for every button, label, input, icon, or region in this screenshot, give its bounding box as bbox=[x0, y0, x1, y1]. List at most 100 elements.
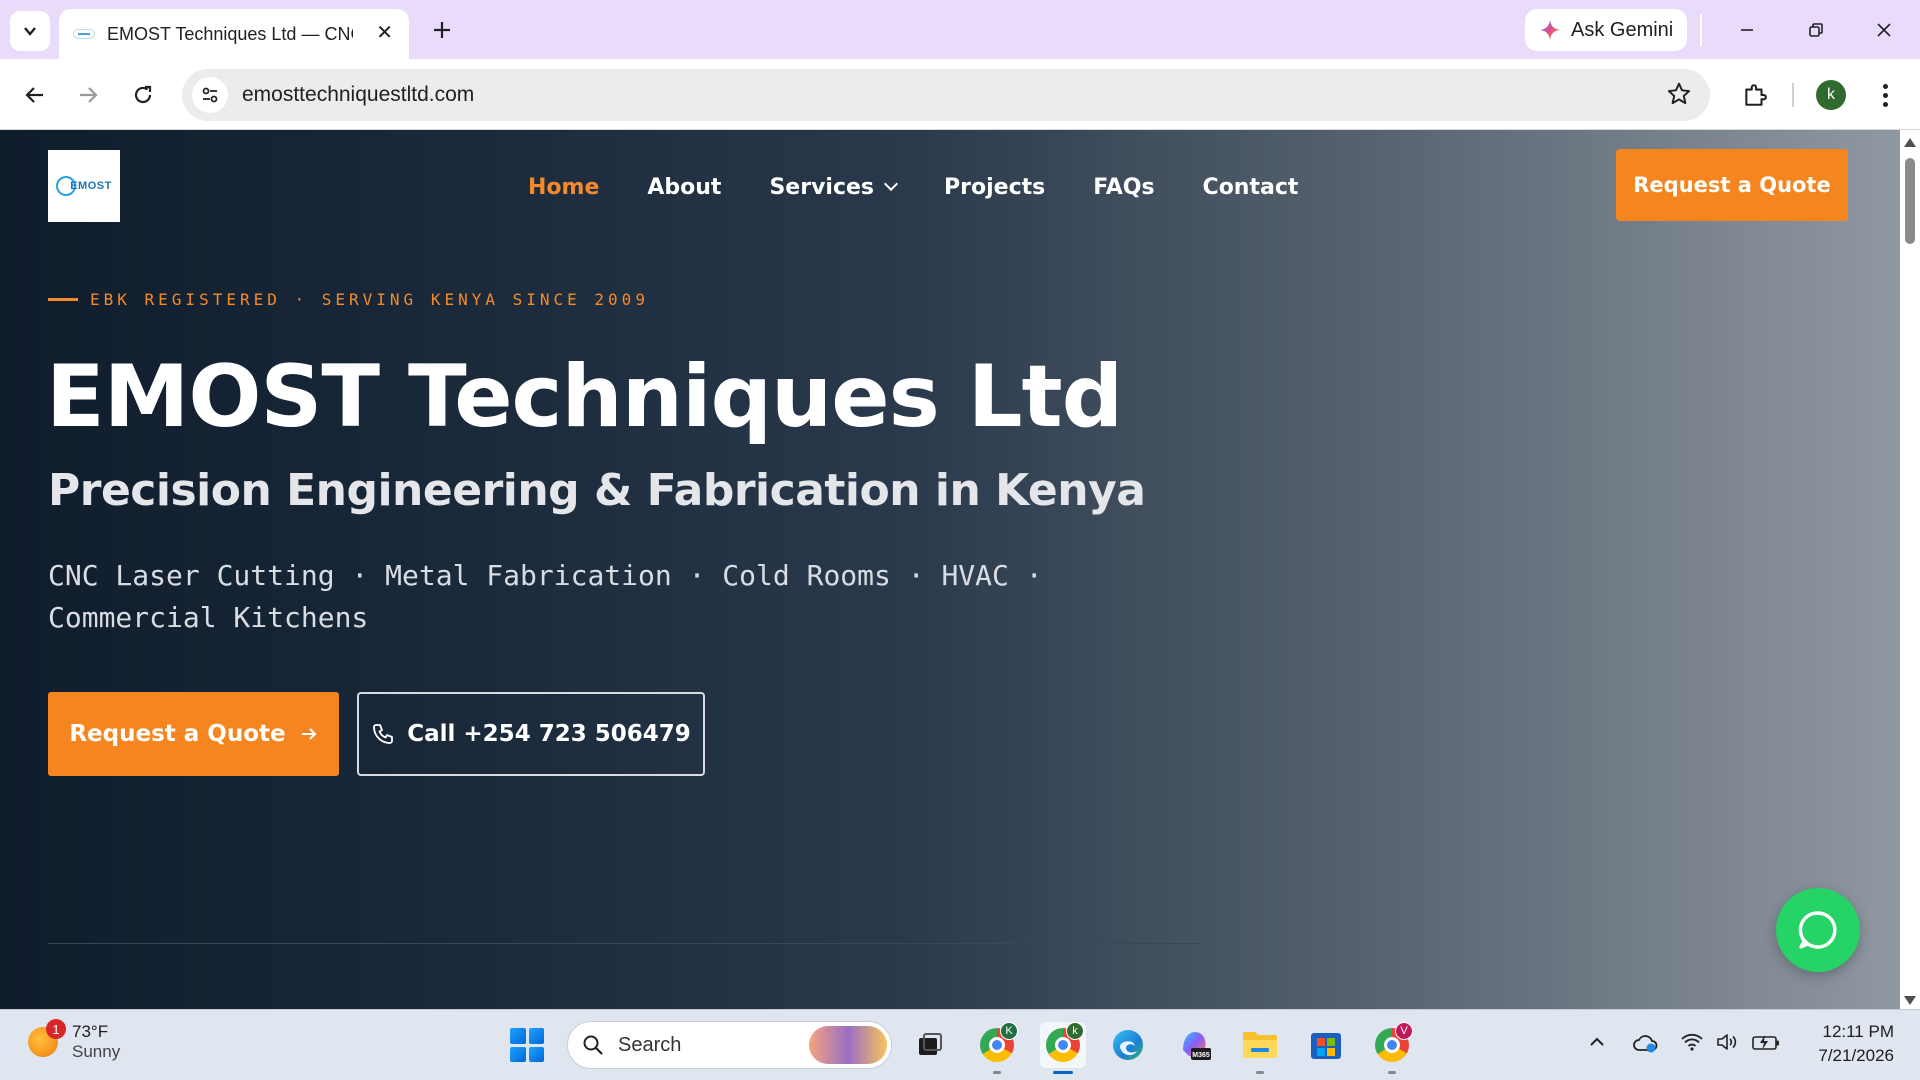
address-bar[interactable]: emosttechniquestltd.com bbox=[182, 69, 1710, 121]
taskbar-chrome-profile-V[interactable]: V bbox=[1369, 1022, 1415, 1074]
hero-eyebrow: EBK REGISTERED · SERVING KENYA SINCE 200… bbox=[48, 290, 649, 309]
hero-divider bbox=[48, 943, 1200, 944]
m365-copilot-icon: M365 bbox=[1183, 1032, 1211, 1060]
page-viewport: EMOST Home About Services Projects FAQs … bbox=[0, 130, 1900, 1009]
battery-charging-icon bbox=[1752, 1035, 1779, 1050]
scroll-up-arrow-icon[interactable] bbox=[1904, 138, 1916, 147]
eyebrow-line bbox=[48, 298, 78, 301]
nav-link-projects[interactable]: Projects bbox=[944, 175, 1045, 200]
start-tile bbox=[528, 1028, 544, 1044]
profile-avatar[interactable]: k bbox=[1816, 80, 1846, 110]
menu-dot bbox=[1882, 83, 1888, 89]
url-text[interactable]: emosttechniquestltd.com bbox=[242, 83, 474, 107]
header-request-quote-button[interactable]: Request a Quote bbox=[1616, 149, 1848, 221]
minimize-button[interactable] bbox=[1731, 14, 1763, 46]
nav-link-label: FAQs bbox=[1093, 174, 1155, 200]
restore-icon bbox=[1809, 23, 1823, 37]
start-tile bbox=[510, 1028, 526, 1044]
nav-link-contact[interactable]: Contact bbox=[1203, 175, 1299, 200]
new-tab-button[interactable] bbox=[424, 12, 460, 48]
task-view-button[interactable] bbox=[907, 1022, 953, 1068]
weather-condition: Sunny bbox=[72, 1042, 121, 1061]
weather-text: 73°F Sunny bbox=[72, 1022, 120, 1062]
nav-link-home[interactable]: Home bbox=[528, 175, 599, 200]
battery-tray-button[interactable] bbox=[1751, 1032, 1781, 1057]
show-hidden-icons-button[interactable] bbox=[1587, 1032, 1607, 1057]
hero-title: EMOST Techniques Ltd bbox=[46, 347, 1123, 447]
taskbar-chrome-profile-K[interactable]: K bbox=[974, 1022, 1020, 1074]
hero-request-quote-button[interactable]: Request a Quote bbox=[48, 692, 339, 776]
taskbar-file-explorer[interactable] bbox=[1237, 1022, 1283, 1074]
browser-toolbar: emosttechniquestltd.com k bbox=[0, 59, 1920, 130]
close-icon bbox=[1877, 23, 1891, 37]
task-view-icon bbox=[919, 1033, 942, 1055]
hero-call-button[interactable]: Call +254 723 506479 bbox=[357, 692, 705, 776]
wifi-tray-button[interactable] bbox=[1680, 1032, 1704, 1057]
close-window-button[interactable] bbox=[1868, 14, 1900, 46]
menu-dot bbox=[1882, 92, 1888, 98]
page-scrollbar[interactable] bbox=[1900, 130, 1920, 1009]
restore-button[interactable] bbox=[1800, 14, 1832, 46]
volume-tray-button[interactable] bbox=[1715, 1032, 1739, 1057]
scroll-down-arrow-icon[interactable] bbox=[1904, 996, 1916, 1005]
minimize-icon bbox=[1741, 29, 1753, 31]
plus-icon bbox=[434, 22, 450, 38]
hero-call-label: Call +254 723 506479 bbox=[407, 721, 691, 747]
nav-link-label: Services bbox=[769, 174, 875, 200]
site-info-button[interactable] bbox=[192, 77, 228, 113]
nav-link-label: Contact bbox=[1202, 174, 1299, 200]
profile-badge: k bbox=[1066, 1022, 1084, 1040]
running-indicator bbox=[1256, 1071, 1264, 1074]
back-button[interactable] bbox=[17, 77, 53, 113]
windows-taskbar: 1 73°F Sunny Search K k M365 V 12:11 PM … bbox=[0, 1009, 1920, 1080]
whatsapp-icon bbox=[1798, 911, 1837, 949]
speaker-icon bbox=[1717, 1034, 1737, 1050]
phone-icon bbox=[373, 724, 394, 744]
store-icon bbox=[1311, 1033, 1341, 1059]
logo-text: EMOST bbox=[70, 180, 112, 192]
whatsapp-chat-button[interactable] bbox=[1776, 888, 1860, 972]
menu-dot bbox=[1882, 101, 1888, 107]
site-navigation: Home About Services Projects FAQs Contac… bbox=[528, 172, 1346, 202]
nav-link-faqs[interactable]: FAQs bbox=[1093, 175, 1154, 200]
nav-link-services[interactable]: Services bbox=[769, 174, 899, 200]
wifi-icon bbox=[1681, 1033, 1703, 1051]
scroll-thumb[interactable] bbox=[1905, 158, 1915, 244]
weather-widget[interactable]: 1 73°F Sunny bbox=[28, 1019, 120, 1062]
browser-menu-button[interactable] bbox=[1870, 79, 1900, 111]
close-tab-icon[interactable]: ✕ bbox=[376, 23, 393, 43]
start-tile bbox=[528, 1046, 544, 1062]
search-highlight-image bbox=[809, 1026, 887, 1064]
hero-subtitle: Precision Engineering & Fabrication in K… bbox=[48, 465, 1146, 516]
taskbar-microsoft-store[interactable] bbox=[1303, 1022, 1349, 1068]
forward-button[interactable] bbox=[70, 77, 106, 113]
weather-temperature: 73°F bbox=[72, 1022, 109, 1041]
nav-link-about[interactable]: About bbox=[647, 175, 721, 200]
windows-start-icon[interactable] bbox=[510, 1028, 544, 1062]
chevron-up-icon bbox=[1590, 1037, 1604, 1046]
tabbar-separator bbox=[1700, 14, 1702, 46]
taskbar-edge[interactable] bbox=[1105, 1022, 1151, 1068]
site-logo[interactable]: EMOST bbox=[48, 150, 120, 222]
arrow-right-icon bbox=[301, 728, 317, 740]
reload-button[interactable] bbox=[125, 77, 161, 113]
tab-search-button[interactable] bbox=[10, 11, 50, 51]
weather-badge: 1 bbox=[46, 1019, 66, 1039]
taskbar-clock[interactable]: 12:11 PM 7/21/2026 bbox=[1808, 1020, 1894, 1068]
onedrive-tray-button[interactable] bbox=[1632, 1032, 1658, 1059]
extensions-button[interactable] bbox=[1736, 76, 1774, 114]
arrow-right-icon bbox=[80, 87, 98, 103]
running-indicator bbox=[1388, 1071, 1396, 1074]
ask-gemini-button[interactable]: Ask Gemini bbox=[1525, 9, 1687, 51]
taskbar-chrome-profile-k[interactable]: k bbox=[1040, 1022, 1086, 1074]
ask-gemini-label: Ask Gemini bbox=[1571, 18, 1674, 41]
browser-tab[interactable]: EMOST Techniques Ltd — CNC ✕ bbox=[59, 9, 409, 59]
chevron-down-icon bbox=[24, 27, 36, 36]
hero-request-quote-label: Request a Quote bbox=[69, 721, 286, 747]
bookmark-star-button[interactable] bbox=[1666, 81, 1692, 112]
taskbar-m365-copilot[interactable]: M365 bbox=[1171, 1022, 1217, 1068]
taskbar-search-box[interactable]: Search bbox=[567, 1021, 892, 1069]
reload-icon bbox=[134, 85, 152, 104]
search-icon bbox=[583, 1035, 603, 1055]
tab-title: EMOST Techniques Ltd — CNC bbox=[107, 23, 353, 44]
